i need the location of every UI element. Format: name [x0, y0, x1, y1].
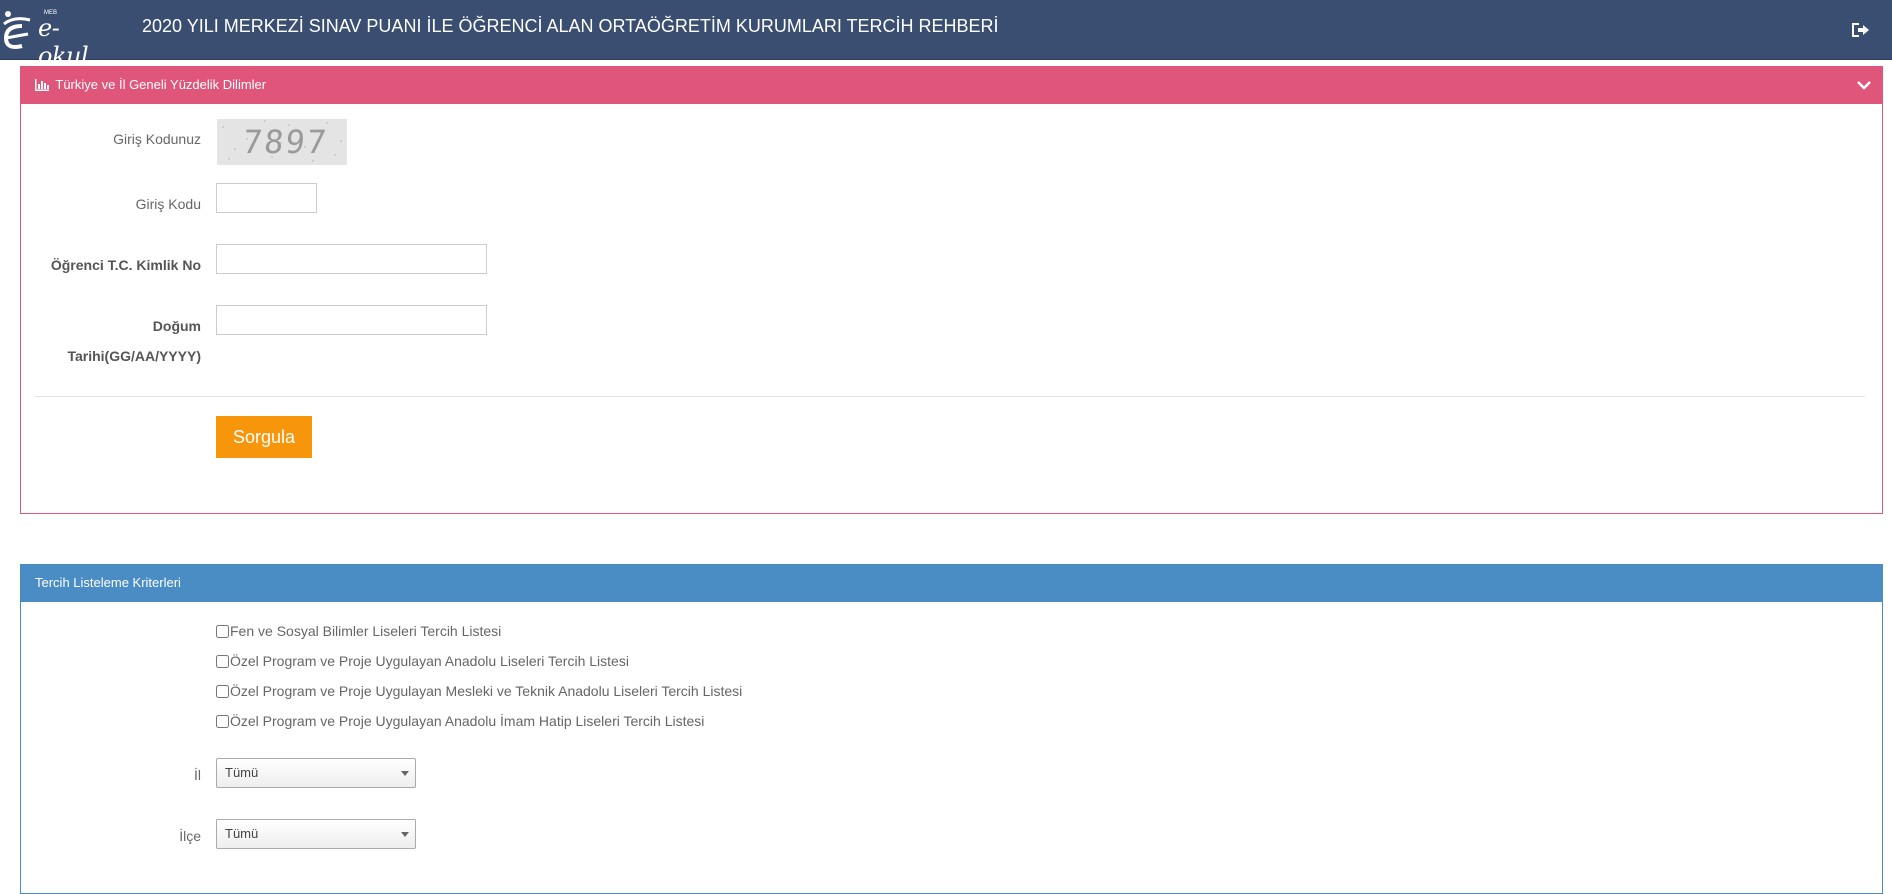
checkbox-row-mesleki-teknik[interactable]: Özel Program ve Proje Uygulayan Mesleki …	[216, 683, 742, 699]
checkbox-mesleki-teknik[interactable]	[216, 684, 229, 698]
checkbox-row-imam-hatip[interactable]: Özel Program ve Proje Uygulayan Anadolu …	[216, 713, 704, 729]
checkbox-imam-hatip[interactable]	[216, 714, 229, 728]
checkbox-row-fen-sosyal[interactable]: Fen ve Sosyal Bilimler Liseleri Tercih L…	[216, 623, 501, 639]
captcha-label: Giriş Kodunuz	[113, 131, 201, 147]
checkbox-label: Özel Program ve Proje Uygulayan Mesleki …	[230, 683, 743, 699]
birth-label-line1: Doğum	[152, 318, 201, 334]
il-label: İl	[194, 767, 201, 783]
checkbox-label: Özel Program ve Proje Uygulayan Anadolu …	[230, 713, 705, 729]
sorgula-button[interactable]: Sorgula	[216, 416, 312, 458]
page-title: 2020 YILI MERKEZİ SINAV PUANI İLE ÖĞRENC…	[142, 16, 999, 36]
dropdown-arrow-icon	[401, 832, 409, 837]
checkbox-row-anadolu[interactable]: Özel Program ve Proje Uygulayan Anadolu …	[216, 653, 629, 669]
bar-chart-icon	[35, 79, 49, 91]
tc-input[interactable]	[216, 244, 487, 274]
criteria-panel: Tercih Listeleme Kriterleri Fen ve Sosya…	[20, 564, 1883, 894]
ilce-label: İlçe	[179, 828, 201, 844]
checkbox-label: Fen ve Sosyal Bilimler Liseleri Tercih L…	[230, 623, 502, 639]
captcha-image: 7897	[217, 119, 347, 165]
ilce-select[interactable]: Tümü	[216, 819, 416, 849]
ilce-selected-value: Tümü	[225, 826, 259, 841]
top-navbar: MEB e-okul 2020 YILI MERKEZİ SINAV PUANI…	[0, 0, 1892, 70]
chevron-down-icon[interactable]	[1856, 77, 1872, 93]
code-label: Giriş Kodu	[135, 196, 201, 212]
il-selected-value: Tümü	[225, 765, 259, 780]
percentile-panel: Türkiye ve İl Geneli Yüzdelik Dilimler G…	[20, 66, 1883, 514]
birth-date-input[interactable]	[216, 305, 487, 335]
e-okul-logo[interactable]: MEB e-okul	[0, 4, 100, 70]
percentile-panel-header[interactable]: Türkiye ve İl Geneli Yüzdelik Dilimler	[21, 67, 1882, 104]
logo-text: e-okul	[38, 14, 89, 70]
checkbox-fen-sosyal[interactable]	[216, 624, 229, 638]
sign-out-icon[interactable]	[1850, 20, 1870, 40]
form-divider	[35, 396, 1865, 397]
criteria-panel-title: Tercih Listeleme Kriterleri	[35, 575, 181, 590]
checkbox-label: Özel Program ve Proje Uygulayan Anadolu …	[230, 653, 629, 669]
captcha-text: 7897	[241, 123, 331, 161]
percentile-panel-title: Türkiye ve İl Geneli Yüzdelik Dilimler	[55, 77, 267, 92]
code-input[interactable]	[216, 183, 317, 213]
dropdown-arrow-icon	[401, 771, 409, 776]
il-select[interactable]: Tümü	[216, 758, 416, 788]
criteria-panel-header: Tercih Listeleme Kriterleri	[21, 565, 1882, 602]
checkbox-anadolu[interactable]	[216, 654, 229, 668]
birth-label-line2: Tarihi(GG/AA/YYYY)	[67, 348, 201, 364]
tc-label: Öğrenci T.C. Kimlik No	[50, 257, 201, 273]
